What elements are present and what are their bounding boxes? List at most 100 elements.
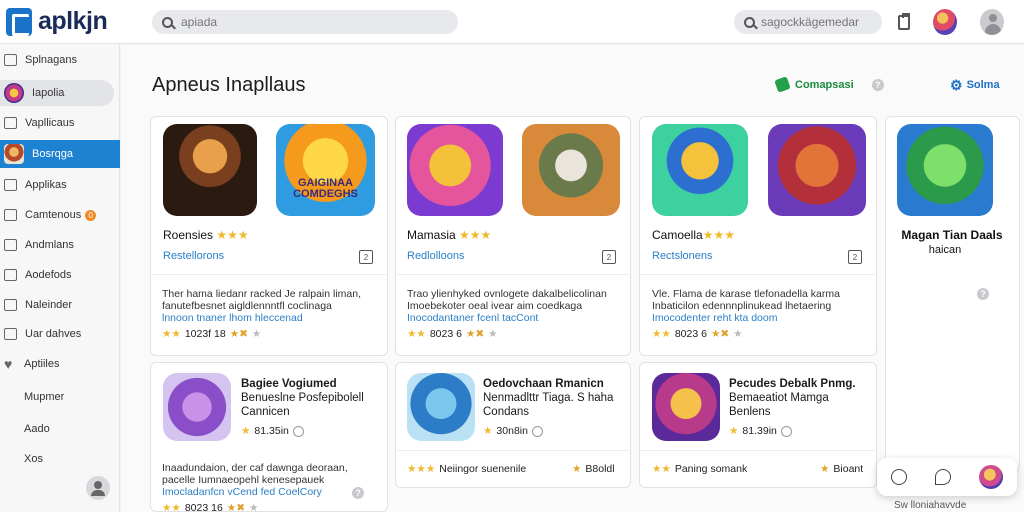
sidebar-item-1[interactable]: Iapolia (0, 80, 114, 106)
edit-icon (4, 179, 17, 191)
app-subtitle: haican (928, 244, 962, 256)
app-image[interactable] (897, 124, 993, 216)
app-image[interactable] (652, 373, 720, 441)
app-footer-right: ★ Bioant (820, 463, 864, 475)
app-description: Vle. Flama de karase tlefonadella karma I… (652, 288, 840, 324)
monitor-icon (4, 239, 17, 251)
app-image[interactable] (407, 124, 503, 216)
app-meta: ★★ 8023 6 ★✖ ★ (652, 328, 743, 340)
divider (397, 450, 629, 451)
sidebar-item-13[interactable]: Xos (0, 446, 120, 472)
floating-toolbar (877, 458, 1017, 496)
app-image[interactable]: GAIGINAA COMDEGHS (276, 124, 375, 216)
avatar[interactable] (979, 465, 1003, 489)
sidebar-item-3[interactable]: Bosrqga (0, 140, 120, 168)
app-title: Oedovchaan Rmanicn Nenmadlttr Tiaga. S ha… (483, 378, 614, 418)
help-icon[interactable]: ? (871, 78, 884, 91)
star-rating: ★★★ (702, 228, 735, 242)
sidebar-item-8[interactable]: Naleinder (0, 292, 120, 318)
app-image[interactable] (407, 373, 475, 441)
record-icon[interactable] (891, 469, 907, 485)
sidebar-item-0[interactable]: Splnagans (0, 47, 120, 73)
cup-icon (4, 299, 17, 311)
app-image[interactable] (522, 124, 620, 216)
app-image[interactable] (768, 124, 866, 216)
search-icon (162, 16, 173, 28)
app-image[interactable] (163, 124, 257, 216)
app-meta: ★★ 8023 6 ★✖ ★ (407, 328, 498, 340)
app-description: Trao ylienhyked ovnlogete dakalbelicolin… (407, 288, 607, 324)
divider (152, 274, 386, 275)
app-meta: ★ 81.39in (729, 425, 792, 437)
top-bar: aplkjn (0, 0, 1024, 44)
sidebar-item-11[interactable]: Mupmer (0, 384, 120, 410)
profile-avatar-button[interactable] (933, 9, 957, 35)
app-image[interactable] (163, 373, 231, 441)
user-icon (980, 9, 1004, 35)
sidebar-item-2[interactable]: Vapllicaus (0, 110, 120, 136)
app-meta: ★★ 8023 16 ★✖ ★ (162, 502, 259, 512)
footer-note: Sw lloniahavvde (894, 500, 967, 511)
box-icon[interactable]: 2 (602, 250, 616, 264)
clipboard-icon (898, 12, 910, 30)
divider (641, 450, 875, 451)
app-icon (4, 83, 24, 103)
app-meta: ★★ 1023f 18 ★✖ ★ (162, 328, 262, 340)
page-title: Apneus Inapllaus (152, 74, 306, 96)
compare-button[interactable]: Comapsasi ? (774, 76, 884, 93)
search-input[interactable] (181, 15, 421, 29)
app-name: Mamasia ★★★ (407, 228, 492, 242)
account-button[interactable] (980, 9, 1004, 35)
search-bar[interactable] (152, 10, 458, 34)
sidebar-item-6[interactable]: Andmlans (0, 232, 120, 258)
secondary-search-bar[interactable] (734, 10, 882, 34)
app-title: Pecudes Debalk Pnmg. Bemaeatiot Mamga Benl… (729, 378, 856, 418)
app-title: Bagiee Vogiumed Benueslne Posfepibolell Ca… (241, 378, 364, 418)
clipboard-button[interactable] (892, 10, 916, 34)
app-footer-left: ★★★ Neiingor suenenile (407, 463, 527, 475)
app-image[interactable] (652, 124, 748, 216)
app-meta: ★ 81.35in (241, 425, 304, 437)
sidebar-item-10[interactable]: Aptiiles (0, 351, 120, 377)
app-description: Inaadundaion, der caf dawnga deoraan, pac… (162, 462, 348, 498)
logo-icon (6, 7, 32, 36)
app-link[interactable]: Rectslonens (652, 250, 713, 262)
sidebar-item-12[interactable]: Aado (0, 416, 120, 442)
sidebar-item-5[interactable]: Camtenous 0 (0, 202, 120, 228)
app-name: aplkjn (38, 7, 108, 35)
sidebar-user-avatar[interactable] (86, 476, 110, 500)
secondary-search-input[interactable] (761, 15, 881, 29)
help-icon[interactable]: ? (352, 487, 364, 499)
star-rating: ★★★ (459, 228, 492, 242)
grid-icon (4, 54, 17, 66)
info-icon (292, 425, 304, 437)
box-icon[interactable]: 2 (848, 250, 862, 264)
search-icon[interactable] (935, 469, 951, 485)
box-icon[interactable]: 2 (359, 250, 373, 264)
app-meta: ★ 30n8in (483, 425, 543, 437)
sidebar-item-9[interactable]: Uar dahves (0, 321, 120, 347)
heart-icon (4, 356, 16, 372)
app-link[interactable]: Restellorons (163, 250, 224, 262)
app-name: Magan Tian Daals (901, 228, 1003, 242)
gear-icon: ⚙ (950, 77, 963, 93)
info-icon (531, 425, 543, 437)
square-icon (4, 209, 17, 221)
folder-icon (4, 328, 17, 340)
app-link[interactable]: Redlolloons (407, 250, 464, 262)
sidebar-item-4[interactable]: Applikas (0, 172, 120, 198)
chart-icon (4, 269, 17, 281)
app-name: Camoella★★★ (652, 228, 735, 242)
calendar-icon (4, 117, 17, 129)
star-rating: ★★★ (216, 228, 249, 242)
help-icon[interactable]: ? (977, 288, 989, 300)
app-footer-left: ★★ Paning somank (652, 463, 748, 475)
sidebar-item-7[interactable]: Aodefods (0, 262, 120, 288)
app-name: Roensies ★★★ (163, 228, 249, 242)
divider (641, 274, 875, 275)
settings-button[interactable]: ⚙ Solma (950, 78, 1000, 92)
app-logo[interactable]: aplkjn (6, 7, 108, 36)
app-image-title: GAIGINAA COMDEGHS (293, 177, 358, 200)
app-description: Ther hama liedanr racked Je ralpain lima… (162, 288, 362, 324)
app-icon (4, 144, 24, 164)
